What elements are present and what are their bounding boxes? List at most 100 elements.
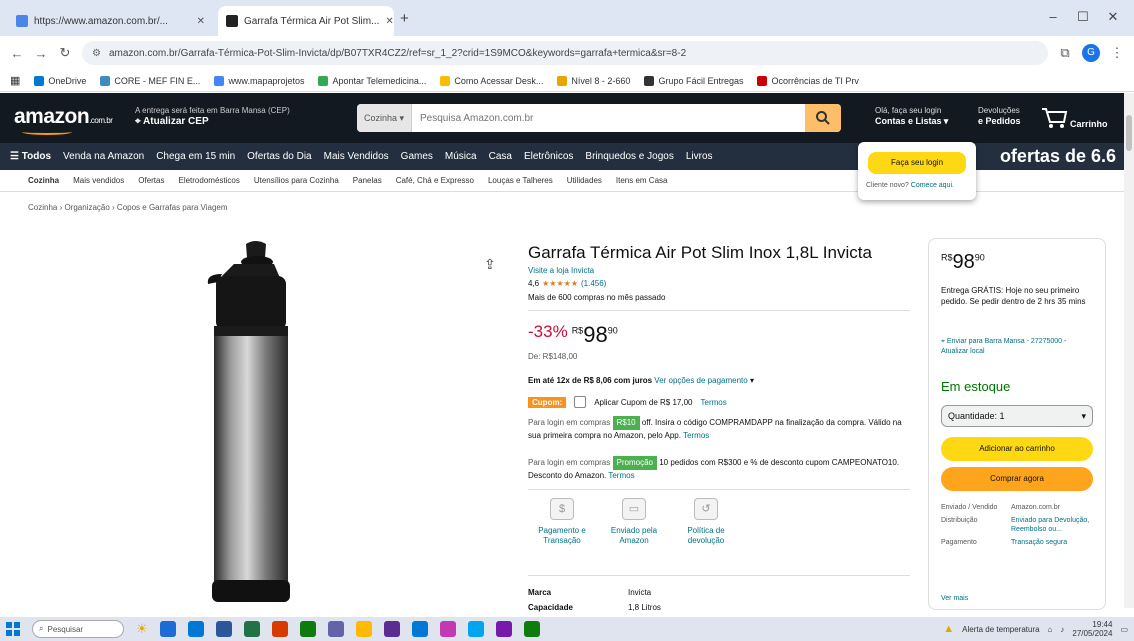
- orders-link[interactable]: Devoluções e Pedidos: [978, 105, 1021, 127]
- browser-tab-1[interactable]: https://www.amazon.com.br/... ✕: [8, 6, 213, 36]
- bookmark-item[interactable]: Nível 8 - 2-660: [557, 75, 630, 86]
- bookmark-item[interactable]: Grupo Fácil Entregas: [644, 75, 743, 86]
- close-tab-icon[interactable]: ✕: [197, 16, 205, 27]
- apps-icon[interactable]: ▦: [10, 74, 20, 87]
- taskbar-app-icon[interactable]: [523, 621, 540, 637]
- chevron-down-icon[interactable]: ▾: [750, 376, 754, 385]
- subnav-item[interactable]: Utilidades: [567, 176, 602, 185]
- coupon-terms-link[interactable]: Termos: [701, 398, 727, 407]
- nav-item[interactable]: Livros: [686, 151, 713, 162]
- forward-icon[interactable]: →: [34, 46, 48, 61]
- page-scrollbar[interactable]: [1124, 93, 1134, 608]
- buy-now-button[interactable]: Comprar agora: [941, 467, 1093, 491]
- bookmark-item[interactable]: Apontar Telemedicina...: [318, 75, 426, 86]
- subnav-item[interactable]: Louças e Talheres: [488, 176, 553, 185]
- subnav-item[interactable]: Mais vendidos: [73, 176, 124, 185]
- browser-menu-icon[interactable]: ⋮: [1110, 45, 1124, 61]
- new-tab-button[interactable]: +: [400, 10, 409, 27]
- bookmark-item[interactable]: CORE - MEF FIN E...: [100, 75, 200, 86]
- volume-icon[interactable]: ♪: [1060, 625, 1064, 634]
- nav-item[interactable]: Venda na Amazon: [63, 151, 144, 162]
- taskbar-app-icon[interactable]: [355, 621, 372, 637]
- browser-tab-2[interactable]: Garrafa Térmica Air Pot Slim... ✕: [218, 6, 394, 36]
- cart-link[interactable]: Carrinho: [1040, 105, 1108, 129]
- nav-item[interactable]: Games: [401, 151, 433, 162]
- close-window-icon[interactable]: ✕: [1100, 8, 1126, 26]
- bookmark-item[interactable]: OneDrive: [34, 75, 86, 86]
- feature-item[interactable]: ↺ Política de devolução: [676, 498, 736, 546]
- search-category-select[interactable]: Cozinha ▾: [357, 104, 412, 132]
- subnav-item[interactable]: Itens em Casa: [616, 176, 668, 185]
- signin-button[interactable]: Faça seu login: [868, 152, 966, 174]
- taskbar-app-icon[interactable]: [383, 621, 400, 637]
- minimize-icon[interactable]: –: [1040, 8, 1066, 26]
- taskbar-app-icon[interactable]: [187, 621, 204, 637]
- subnav-item[interactable]: Café, Chá e Expresso: [396, 176, 474, 185]
- notifications-icon[interactable]: ▭: [1120, 625, 1128, 634]
- buybox-location[interactable]: ⌖ Enviar para Barra Mansa - 27275000 - A…: [941, 337, 1093, 357]
- bookmark-item[interactable]: Ocorrências de TI Prv: [757, 75, 859, 86]
- close-tab-icon[interactable]: ✕: [385, 16, 393, 27]
- nav-all-menu[interactable]: ☰ Todos: [10, 151, 51, 162]
- feature-item[interactable]: ▭ Enviado pela Amazon: [604, 498, 664, 546]
- add-to-cart-button[interactable]: Adicionar ao carrinho: [941, 437, 1093, 461]
- taskbar-app-icon[interactable]: [439, 621, 456, 637]
- promo-banner[interactable]: ofertas de 6.6: [1000, 143, 1116, 170]
- breadcrumb[interactable]: Cozinha › Organização › Copos e Garrafas…: [28, 203, 228, 212]
- warning-icon[interactable]: ▲: [943, 623, 954, 635]
- delivery-location[interactable]: A entrega será feita em Barra Mansa (CEP…: [135, 105, 290, 127]
- subnav-item[interactable]: Utensílios para Cozinha: [254, 176, 339, 185]
- extensions-icon[interactable]: ⧉: [1058, 45, 1072, 61]
- weather-alert[interactable]: Alerta de temperatura: [962, 625, 1039, 634]
- taskbar-app-icon[interactable]: [327, 621, 344, 637]
- taskbar-app-icon[interactable]: [243, 621, 260, 637]
- coupon-checkbox[interactable]: [574, 396, 587, 408]
- feature-item[interactable]: $ Pagamento e Transação: [532, 498, 592, 546]
- taskbar-app-icon[interactable]: [271, 621, 288, 637]
- subnav-item[interactable]: Ofertas: [138, 176, 164, 185]
- nav-item[interactable]: Casa: [489, 151, 512, 162]
- taskbar-search[interactable]: ⌕ Pesquisar: [32, 620, 124, 638]
- taskbar-app-icon[interactable]: [411, 621, 428, 637]
- clock[interactable]: 19:44 27/05/2024: [1072, 620, 1112, 638]
- seller-value[interactable]: Enviado para Devolução, Reembolso ou...: [1011, 516, 1093, 534]
- share-icon[interactable]: ⇪: [484, 256, 496, 273]
- back-icon[interactable]: ←: [10, 46, 24, 61]
- taskbar-app-icon[interactable]: [495, 621, 512, 637]
- site-info-icon[interactable]: ⚙: [92, 48, 101, 59]
- rating-row[interactable]: 4,6 ★★★★★ (1.456): [528, 279, 606, 288]
- bookmark-item[interactable]: www.mapaprojetos: [214, 75, 304, 86]
- nav-item[interactable]: Brinquedos e Jogos: [585, 151, 673, 162]
- network-icon[interactable]: ⌂: [1048, 625, 1053, 634]
- reload-icon[interactable]: ↻: [58, 45, 72, 61]
- quantity-select[interactable]: Quantidade: 1 ▾: [941, 405, 1093, 427]
- store-link[interactable]: Visite a loja Invicta: [528, 266, 594, 275]
- taskbar-app-icon[interactable]: [299, 621, 316, 637]
- weather-widget-icon[interactable]: ☀: [136, 621, 148, 637]
- maximize-icon[interactable]: ☐: [1070, 8, 1096, 26]
- search-input[interactable]: [412, 104, 805, 132]
- profile-avatar[interactable]: G: [1082, 44, 1100, 62]
- windows-start-icon[interactable]: [6, 622, 20, 636]
- nav-item[interactable]: Eletrônicos: [524, 151, 573, 162]
- bookmark-item[interactable]: Como Acessar Desk...: [440, 75, 543, 86]
- start-here-link[interactable]: Comece aqui.: [911, 182, 954, 189]
- installments-link[interactable]: Ver opções de pagamento: [654, 376, 747, 385]
- see-more-link[interactable]: Ver mais: [941, 595, 968, 602]
- search-button[interactable]: [805, 104, 841, 132]
- account-lists-link[interactable]: Olá, faça seu login Contas e Listas ▾: [875, 105, 948, 127]
- url-field[interactable]: ⚙ amazon.com.br/Garrafa-Térmica-Pot-Slim…: [82, 41, 1048, 65]
- nav-item[interactable]: Música: [445, 151, 477, 162]
- seller-value[interactable]: Transação segura: [1011, 538, 1093, 547]
- nav-item[interactable]: Ofertas do Dia: [247, 151, 311, 162]
- nav-item[interactable]: Chega em 15 min: [156, 151, 235, 162]
- nav-item[interactable]: Mais Vendidos: [324, 151, 389, 162]
- subnav-item[interactable]: Eletrodomésticos: [178, 176, 239, 185]
- subnav-item[interactable]: Panelas: [353, 176, 382, 185]
- offer-terms-link[interactable]: Termos: [608, 471, 634, 480]
- taskbar-app-icon[interactable]: [159, 621, 176, 637]
- taskbar-app-icon[interactable]: [215, 621, 232, 637]
- scrollbar-thumb[interactable]: [1126, 115, 1132, 151]
- subnav-item[interactable]: Cozinha: [28, 176, 59, 185]
- amazon-logo[interactable]: amazon.com.br: [14, 105, 113, 129]
